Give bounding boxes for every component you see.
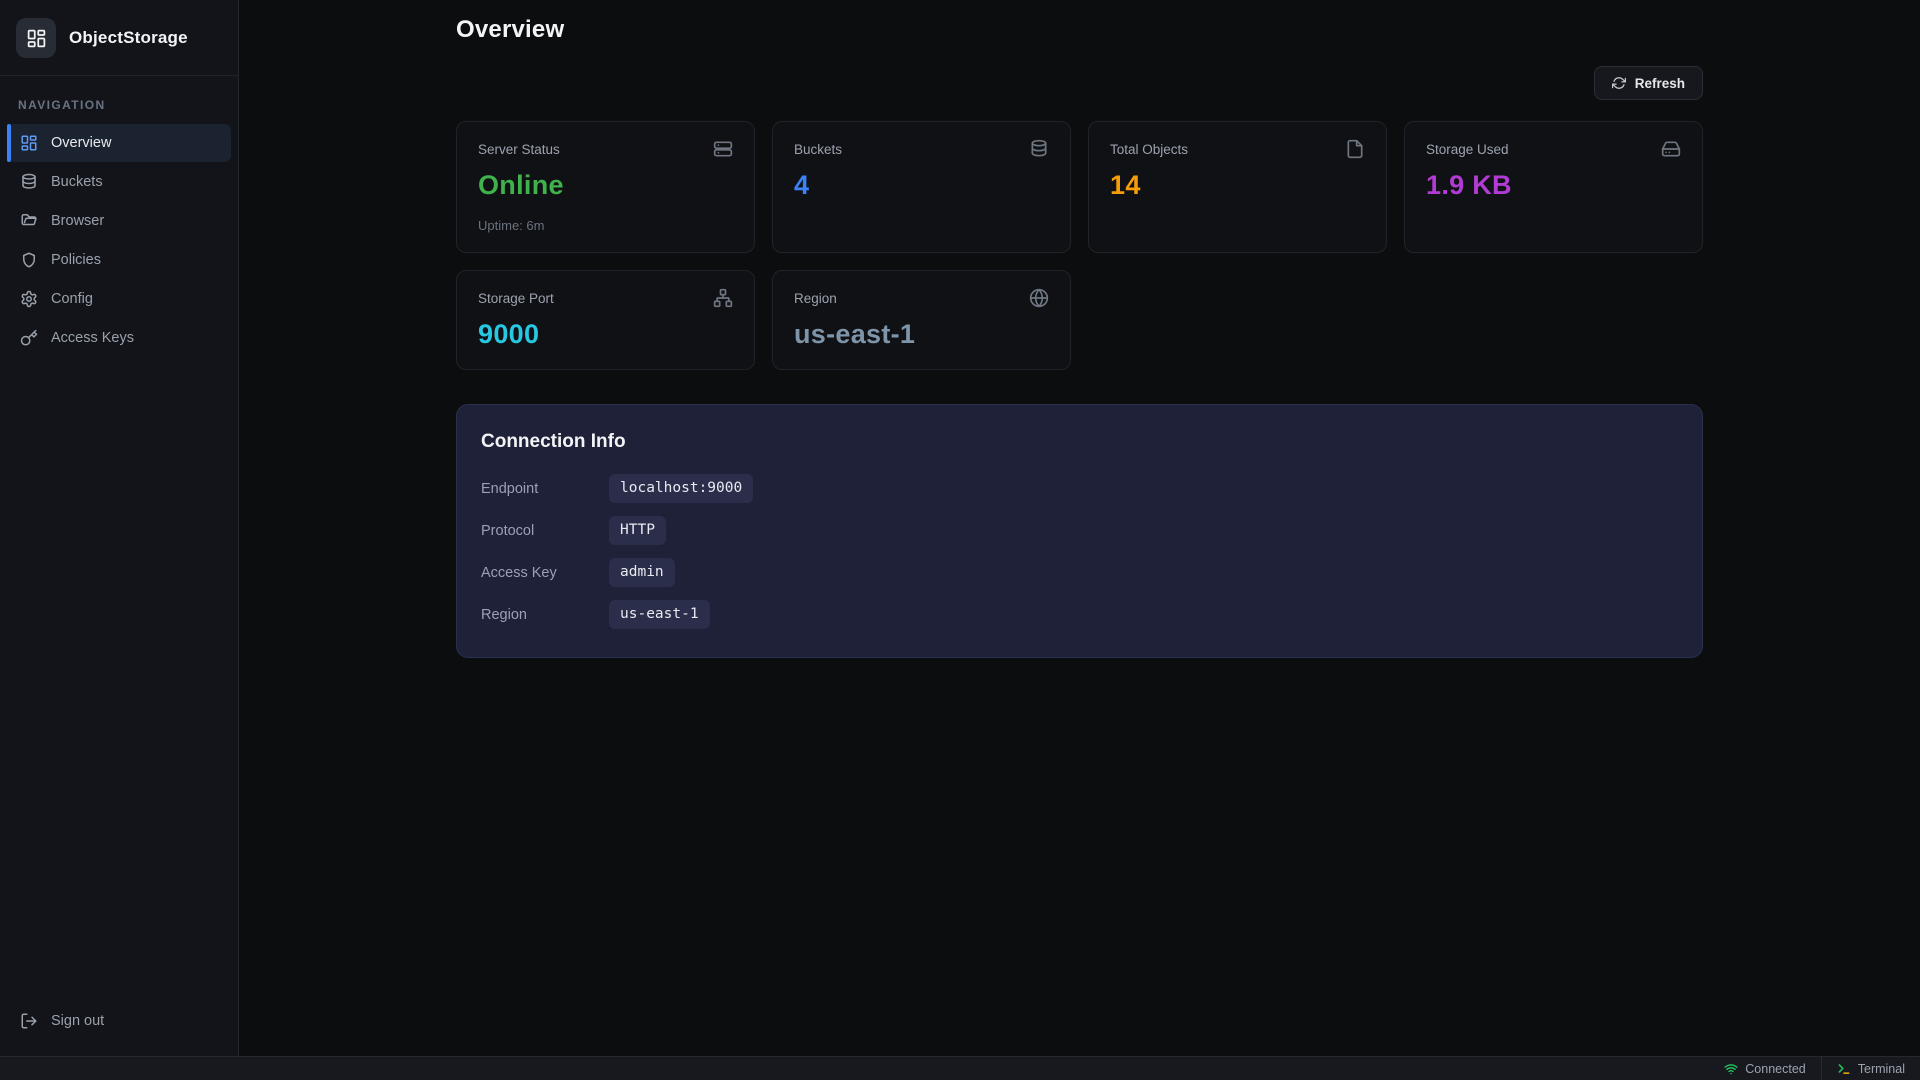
sidebar-item-label: Buckets [51,174,103,190]
connection-row-access-key: Access Key admin [481,558,1678,587]
connection-row-label: Access Key [481,565,609,581]
stat-label: Buckets [794,139,842,157]
stat-card-storage-port: Storage Port 9000 [456,270,755,370]
page-title: Overview [456,16,1703,44]
app-logo [16,18,56,58]
terminal-label: Terminal [1858,1062,1905,1076]
database-icon [20,173,38,191]
shield-icon [20,251,38,269]
sidebar-spacer [0,357,238,998]
file-icon [1345,139,1365,159]
connection-row-label: Endpoint [481,481,609,497]
sidebar-item-policies[interactable]: Policies [7,241,231,279]
connection-row-label: Protocol [481,523,609,539]
gear-icon [20,290,38,308]
stat-value: us-east-1 [794,319,1049,350]
hard-drive-icon [1661,139,1681,159]
refresh-icon [1612,76,1626,90]
status-bar: Connected Terminal [0,1056,1920,1080]
stat-card-region: Region us-east-1 [772,270,1071,370]
globe-icon [1029,288,1049,308]
stat-subtext: Uptime: 6m [478,218,733,233]
refresh-label: Refresh [1635,76,1685,91]
stat-label: Storage Port [478,288,554,306]
stat-value: 9000 [478,319,733,350]
sidebar-item-label: Policies [51,252,101,268]
sidebar-item-overview[interactable]: Overview [7,124,231,162]
folder-open-icon [20,212,38,230]
nav-section-label: NAVIGATION [0,76,238,124]
stat-label: Storage Used [1426,139,1509,157]
connection-status-label: Connected [1745,1062,1805,1076]
connection-row-value: localhost:9000 [609,474,753,503]
layout-grid-icon [26,28,47,49]
connection-info-panel: Connection Info Endpoint localhost:9000 … [456,404,1703,658]
sidebar-nav: Overview Buckets Browser Policies [0,124,238,357]
stat-label: Server Status [478,139,560,157]
key-icon [20,329,38,347]
terminal-toggle[interactable]: Terminal [1821,1057,1920,1080]
sidebar-item-access-keys[interactable]: Access Keys [7,319,231,357]
sidebar-item-label: Access Keys [51,330,134,346]
layout-grid-icon [20,134,38,152]
database-icon [1029,139,1049,159]
connection-row-endpoint: Endpoint localhost:9000 [481,474,1678,503]
connection-info-title: Connection Info [481,431,1678,453]
sign-out-icon [20,1012,38,1030]
wifi-icon [1724,1062,1738,1076]
server-icon [713,139,733,159]
app-window: ObjectStorage NAVIGATION Overview Bucket… [0,0,1920,1056]
refresh-button[interactable]: Refresh [1594,66,1703,100]
stats-grid-row2: Storage Port 9000 Region us-east-1 [456,270,1703,370]
stats-grid-row1: Server Status Online Uptime: 6m Buckets [456,121,1703,253]
sidebar: ObjectStorage NAVIGATION Overview Bucket… [0,0,239,1056]
stat-value: 4 [794,170,1049,201]
connection-row-label: Region [481,607,609,623]
connection-row-region: Region us-east-1 [481,600,1678,629]
stat-card-buckets: Buckets 4 [772,121,1071,253]
main-area: Overview Refresh Server Status [239,0,1920,1056]
toolbar: Refresh [456,66,1703,100]
network-icon [713,288,733,308]
terminal-icon [1837,1062,1851,1076]
stat-value: 1.9 KB [1426,170,1681,201]
sidebar-item-buckets[interactable]: Buckets [7,163,231,201]
connection-row-value: us-east-1 [609,600,710,629]
stat-label: Region [794,288,837,306]
sidebar-item-label: Browser [51,213,104,229]
connection-status: Connected [1709,1057,1820,1080]
stat-value: 14 [1110,170,1365,201]
sidebar-item-label: Config [51,291,93,307]
stat-value: Online [478,170,733,201]
sign-out-button[interactable]: Sign out [0,998,238,1056]
sign-out-label: Sign out [51,1013,104,1029]
app-logo-row: ObjectStorage [0,0,238,75]
stat-card-storage-used: Storage Used 1.9 KB [1404,121,1703,253]
sidebar-item-label: Overview [51,135,111,151]
connection-row-value: admin [609,558,675,587]
app-title: ObjectStorage [69,28,188,48]
connection-row-value: HTTP [609,516,666,545]
stat-label: Total Objects [1110,139,1188,157]
stat-card-server-status: Server Status Online Uptime: 6m [456,121,755,253]
sidebar-item-config[interactable]: Config [7,280,231,318]
connection-row-protocol: Protocol HTTP [481,516,1678,545]
sidebar-item-browser[interactable]: Browser [7,202,231,240]
stat-card-total-objects: Total Objects 14 [1088,121,1387,253]
